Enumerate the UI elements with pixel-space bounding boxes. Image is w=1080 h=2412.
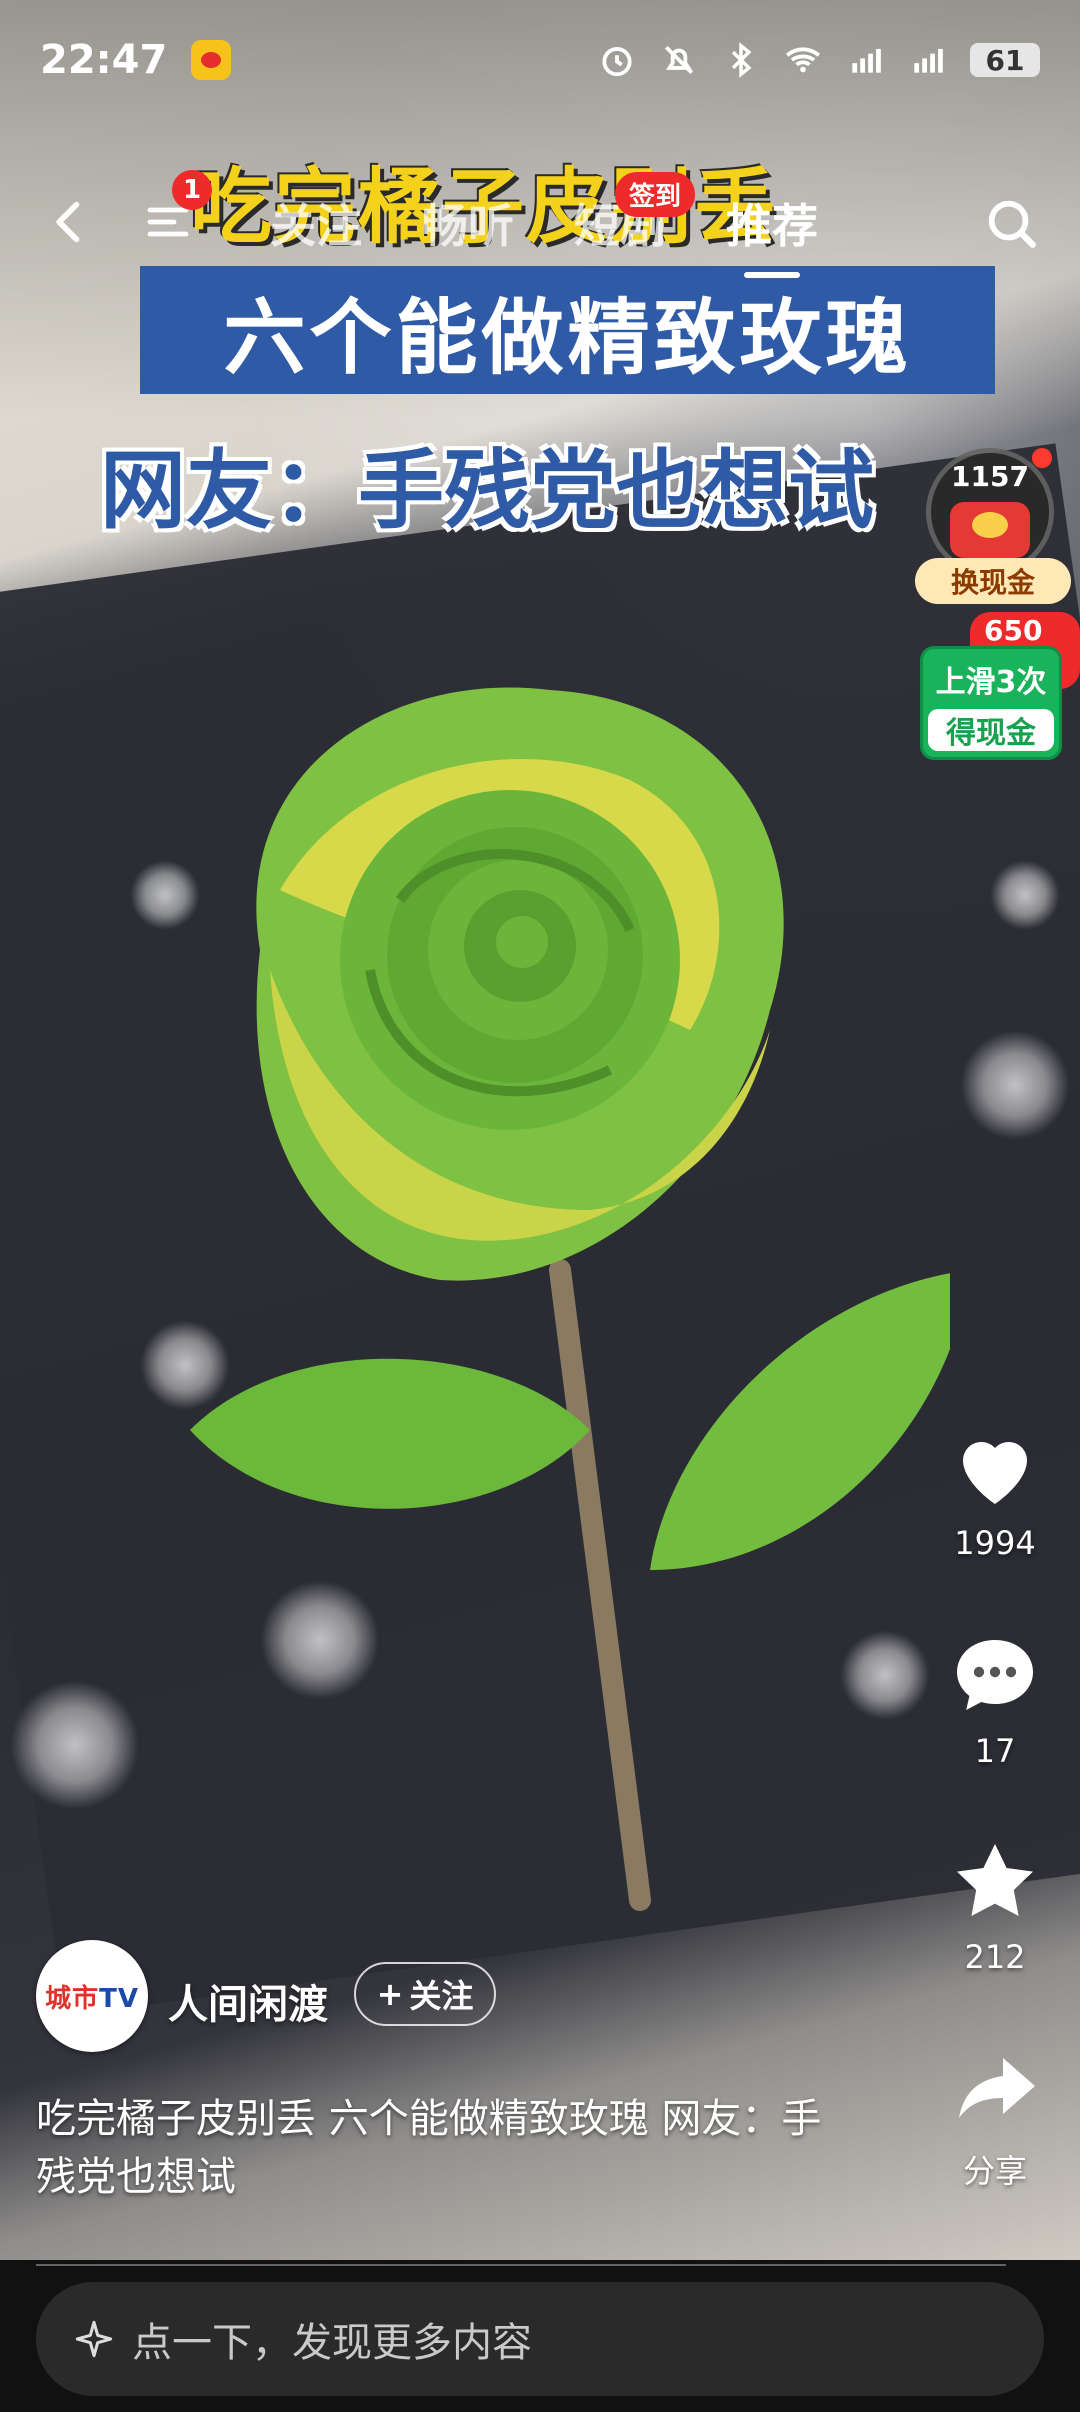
mute-bell-icon [664, 45, 694, 75]
exchange-cash-button[interactable]: 换现金 [915, 558, 1071, 604]
sparkle-icon [75, 2320, 113, 2358]
star-icon[interactable] [947, 1834, 1043, 1930]
avatar-logo-text: 城市TV [45, 1983, 139, 2014]
menu-notification-badge: 1 [172, 170, 212, 210]
discover-placeholder: 点一下，发现更多内容 [132, 2320, 532, 2366]
battery-indicator: 61 [970, 43, 1040, 77]
video-description[interactable]: 吃完橘子皮别丢 六个能做精致玫瑰 网友：手残党也想试 [36, 2090, 856, 2206]
share-arrow-icon[interactable] [947, 2042, 1043, 2138]
tab-listen[interactable]: 畅听 [422, 190, 514, 256]
swipe-reward-card[interactable]: 上滑3次 得现金 [920, 646, 1062, 760]
search-icon[interactable] [982, 194, 1040, 252]
follow-label: 关注 [409, 1977, 474, 2015]
favorite-count: 212 [964, 1938, 1026, 1976]
tab-recommended[interactable]: 推荐 [726, 190, 818, 256]
video-caption-line3: 网友：手残党也想试 [100, 441, 874, 541]
swipe-reward-title: 上滑3次 [935, 665, 1047, 700]
sign-in-badge[interactable]: 签到 [615, 172, 696, 217]
alarm-icon [602, 47, 632, 77]
signal-5g-icon [852, 48, 881, 73]
heart-icon[interactable] [947, 1420, 1043, 1516]
orange-peel-rose-image [190, 687, 950, 1911]
comment-icon[interactable] [947, 1628, 1043, 1724]
tab-following[interactable]: 关注 [270, 190, 362, 256]
feed-tabs: 关注 畅听 短剧 推荐 [270, 190, 818, 256]
share-label: 分享 [962, 2152, 1027, 2190]
swipe-reward-subtitle: 得现金 [928, 709, 1054, 751]
wifi-icon [785, 47, 821, 73]
plus-icon: + [376, 1975, 404, 2013]
status-bar: 22:47 61 [0, 0, 1080, 120]
bottom-bar: 点一下，发现更多内容 [0, 2266, 1080, 2412]
follow-button[interactable]: + 关注 [354, 1962, 496, 2026]
video-caption-line2: 六个能做精致玫瑰 [140, 266, 995, 394]
reward-coin-count: 1157 [951, 460, 1029, 493]
like-count: 1994 [954, 1524, 1036, 1562]
video-star-decoration [960, 1030, 1070, 1140]
author-name[interactable]: 人间闲渡 [168, 1972, 328, 2030]
favorite-action[interactable]: 212 [940, 1834, 1050, 1976]
comment-count: 17 [974, 1732, 1016, 1770]
red-envelope-icon [950, 502, 1030, 558]
comment-action[interactable]: 17 [940, 1628, 1050, 1770]
back-icon[interactable] [44, 196, 96, 248]
video-star-decoration [10, 1680, 140, 1810]
like-action[interactable]: 1994 [940, 1420, 1050, 1562]
top-navigation: 1 关注 畅听 短剧 推荐 签到 [0, 170, 1080, 280]
discover-search-bar[interactable]: 点一下，发现更多内容 [36, 2282, 1044, 2396]
author-avatar[interactable]: 城市TV [36, 1940, 148, 2052]
status-time: 22:47 [40, 37, 168, 83]
video-star-decoration [990, 860, 1060, 930]
weibo-notification-icon [191, 40, 232, 80]
signal-5g-icon [914, 48, 943, 73]
bluetooth-icon [731, 42, 752, 78]
share-action[interactable]: 分享 [940, 2042, 1050, 2192]
